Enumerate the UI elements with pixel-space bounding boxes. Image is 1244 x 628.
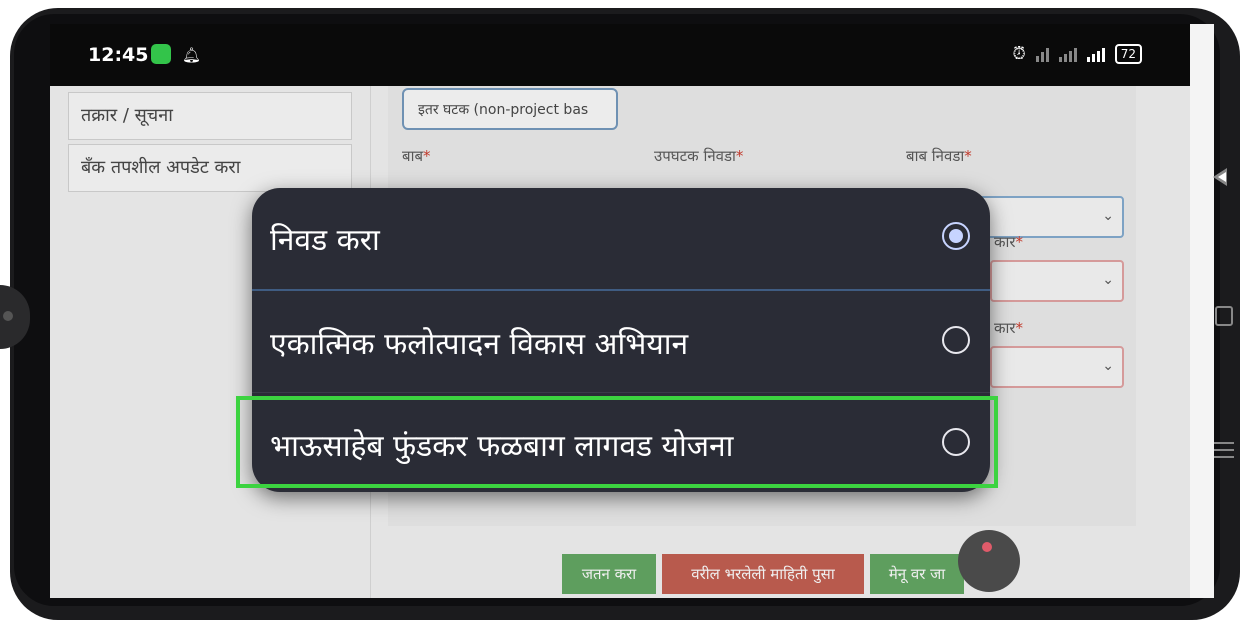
home-icon[interactable]: [1215, 306, 1233, 326]
prakar2-select[interactable]: ⌄: [990, 346, 1124, 388]
wifi-signal-icon: [1086, 46, 1105, 62]
recents-icon[interactable]: [1214, 442, 1234, 463]
side-button-dot: [3, 311, 13, 321]
alarm-icon: ⏰︎: [1012, 44, 1026, 64]
option-label: निवड करा: [270, 223, 380, 258]
component-type-value: इतर घटक (non-project bas: [418, 102, 589, 118]
status-icons: ⏰︎ 72: [1012, 44, 1142, 64]
go-to-menu-button[interactable]: मेनू वर जा: [870, 554, 964, 594]
prakar2-label: कार*: [994, 319, 1024, 337]
chat-bubble[interactable]: [958, 530, 1020, 592]
sidebar: तक्रार / सूचना बँक तपशील अपडेट करा: [68, 92, 352, 196]
option-select[interactable]: निवड करा: [252, 188, 990, 288]
option-divider: [252, 392, 990, 393]
prakar1-label: कार*: [994, 233, 1024, 251]
bell-icon: 🔔︎: [182, 46, 202, 64]
back-icon-inner: [1218, 172, 1226, 182]
option-label: एकात्मिक फलोत्पादन विकास अभियान: [270, 327, 689, 362]
clear-form-button[interactable]: वरील भरलेली माहिती पुसा: [662, 554, 864, 594]
bab-nivda-label: बाब निवडा*: [906, 147, 972, 165]
upghatak-label: उपघटक निवडा*: [654, 147, 744, 165]
status-bar: 12:45 🔔︎ ⏰︎ 72: [50, 24, 1190, 86]
bab-label: बाब*: [402, 147, 431, 165]
app-notification-icon: [151, 44, 171, 64]
status-time: 12:45: [88, 44, 149, 66]
prakar1-select[interactable]: ⌄: [990, 260, 1124, 302]
save-button[interactable]: जतन करा: [562, 554, 656, 594]
option-ekatmik-falotpadan[interactable]: एकात्मिक फलोत्पादन विकास अभियान: [252, 292, 990, 392]
radio-selected-icon[interactable]: [942, 222, 970, 250]
sidebar-item-complaint[interactable]: तक्रार / सूचना: [68, 92, 352, 140]
option-divider: [252, 289, 990, 291]
chevron-down-icon: ⌄: [1102, 358, 1114, 374]
chevron-down-icon: ⌄: [1102, 272, 1114, 288]
chevron-down-icon: ⌄: [1102, 208, 1114, 224]
signal-icon: [1058, 46, 1077, 62]
highlight-box: [236, 396, 998, 488]
radio-unselected-icon[interactable]: [942, 326, 970, 354]
component-type-select[interactable]: इतर घटक (non-project bas: [402, 88, 618, 130]
volte-icon: [1035, 46, 1049, 62]
battery-icon: 72: [1114, 44, 1142, 64]
phone-device: 12:45 🔔︎ ⏰︎ 72 तक्रार / सूचना बँक तपशील …: [0, 0, 1244, 628]
chat-notification-dot: [982, 542, 992, 552]
sidebar-item-bank-update[interactable]: बँक तपशील अपडेट करा: [68, 144, 352, 192]
